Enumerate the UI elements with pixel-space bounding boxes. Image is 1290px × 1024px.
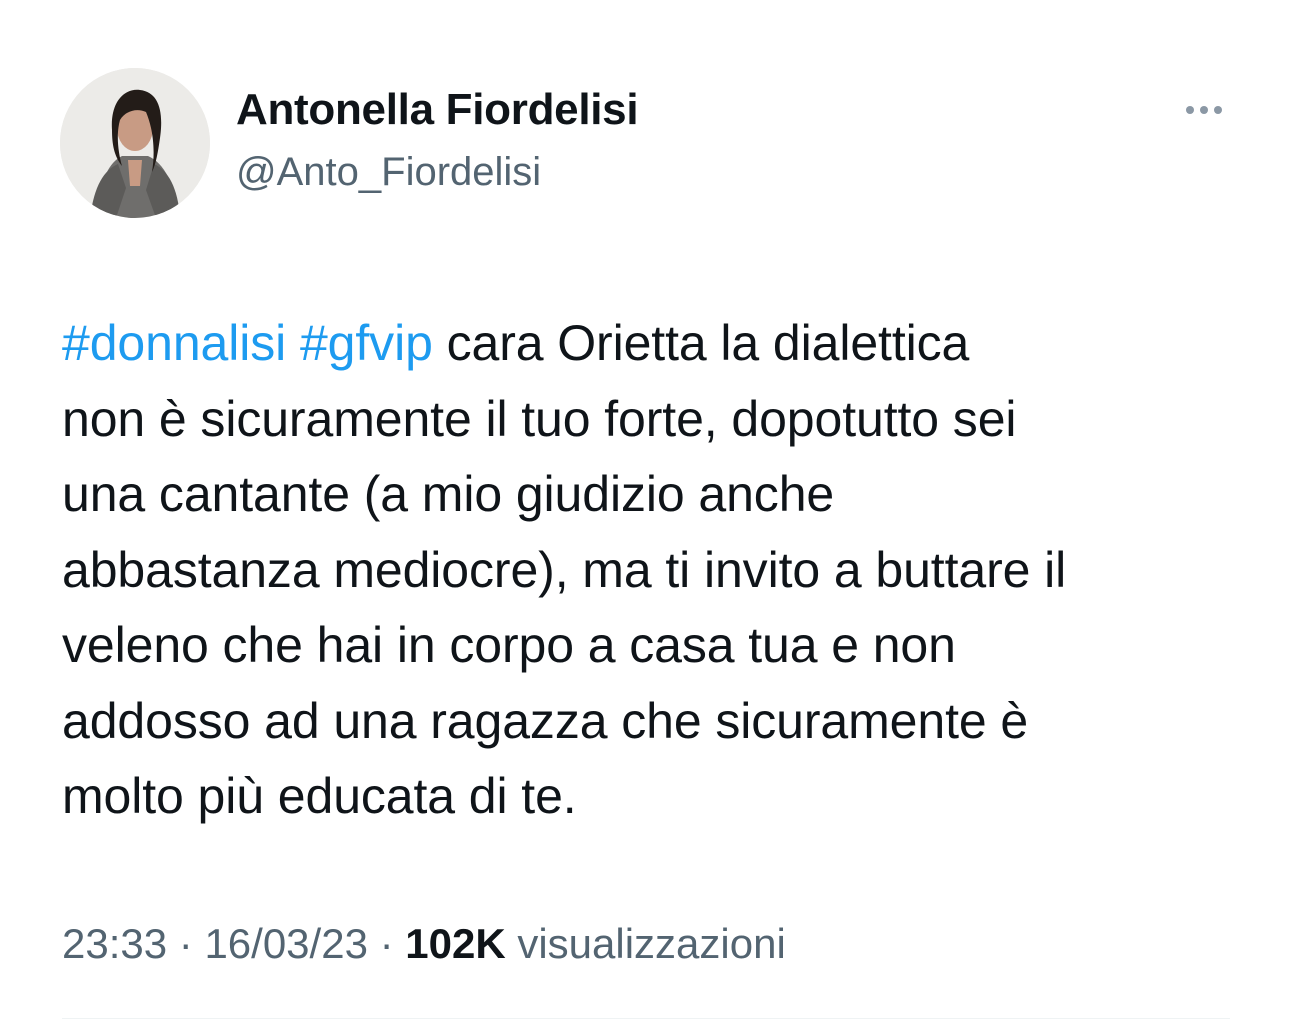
meta-separator: · — [167, 920, 205, 967]
tweet-text-line: molto più educata di te. — [62, 759, 1242, 835]
views-label[interactable]: visualizzazioni — [506, 920, 785, 967]
tweet-text-line: #donnalisi #gfvip cara Orietta la dialet… — [62, 306, 1242, 382]
tweet-text-line: veleno che hai in corpo a casa tua e non — [62, 608, 1242, 684]
tweet-text-segment: non è sicuramente il tuo forte, dopotutt… — [62, 390, 1017, 447]
tweet-text-line: abbastanza mediocre), ma ti invito a but… — [62, 533, 1242, 609]
tweet-text-line: addosso ad una ragazza che sicuramente è — [62, 684, 1242, 760]
tweet-time[interactable]: 23:33 — [62, 920, 167, 967]
tweet-text-segment: una cantante (a mio giudizio anche — [62, 466, 835, 522]
tweet-metadata: 23:33 · 16/03/23 · 102K visualizzazioni — [62, 916, 786, 972]
tweet-text-line: una cantante (a mio giudizio anche — [62, 457, 1242, 533]
more-horizontal-icon — [1200, 106, 1208, 114]
tweet-text-segment: addosso ad una ragazza che sicuramente è — [62, 692, 1029, 749]
more-options-button[interactable] — [1176, 92, 1232, 128]
hashtag-link[interactable]: #donnalisi — [62, 315, 286, 371]
meta-separator: · — [367, 920, 406, 967]
views-count[interactable]: 102K — [405, 920, 505, 967]
tweet-text-segment: cara Orietta la dialettica — [432, 315, 970, 371]
tweet-date[interactable]: 16/03/23 — [204, 920, 368, 967]
more-horizontal-icon — [1186, 106, 1194, 114]
author-display-name[interactable]: Antonella Fiordelisi — [236, 84, 639, 136]
avatar[interactable] — [60, 68, 210, 218]
author-handle[interactable]: @Anto_Fiordelisi — [236, 148, 541, 196]
tweet-text-segment: molto più educata di te. — [62, 768, 577, 824]
tweet-text: #donnalisi #gfvip cara Orietta la dialet… — [62, 306, 1242, 835]
avatar-photo — [60, 68, 210, 218]
more-horizontal-icon — [1214, 106, 1222, 114]
tweet-text-segment: veleno che hai in corpo a casa tua e non — [62, 617, 956, 673]
hashtag-link[interactable]: #gfvip — [300, 315, 433, 371]
tweet-text-segment — [286, 315, 300, 371]
divider — [62, 1018, 1230, 1019]
tweet-text-segment: abbastanza mediocre), ma ti invito a but… — [62, 541, 1067, 598]
tweet-text-line: non è sicuramente il tuo forte, dopotutt… — [62, 382, 1242, 458]
